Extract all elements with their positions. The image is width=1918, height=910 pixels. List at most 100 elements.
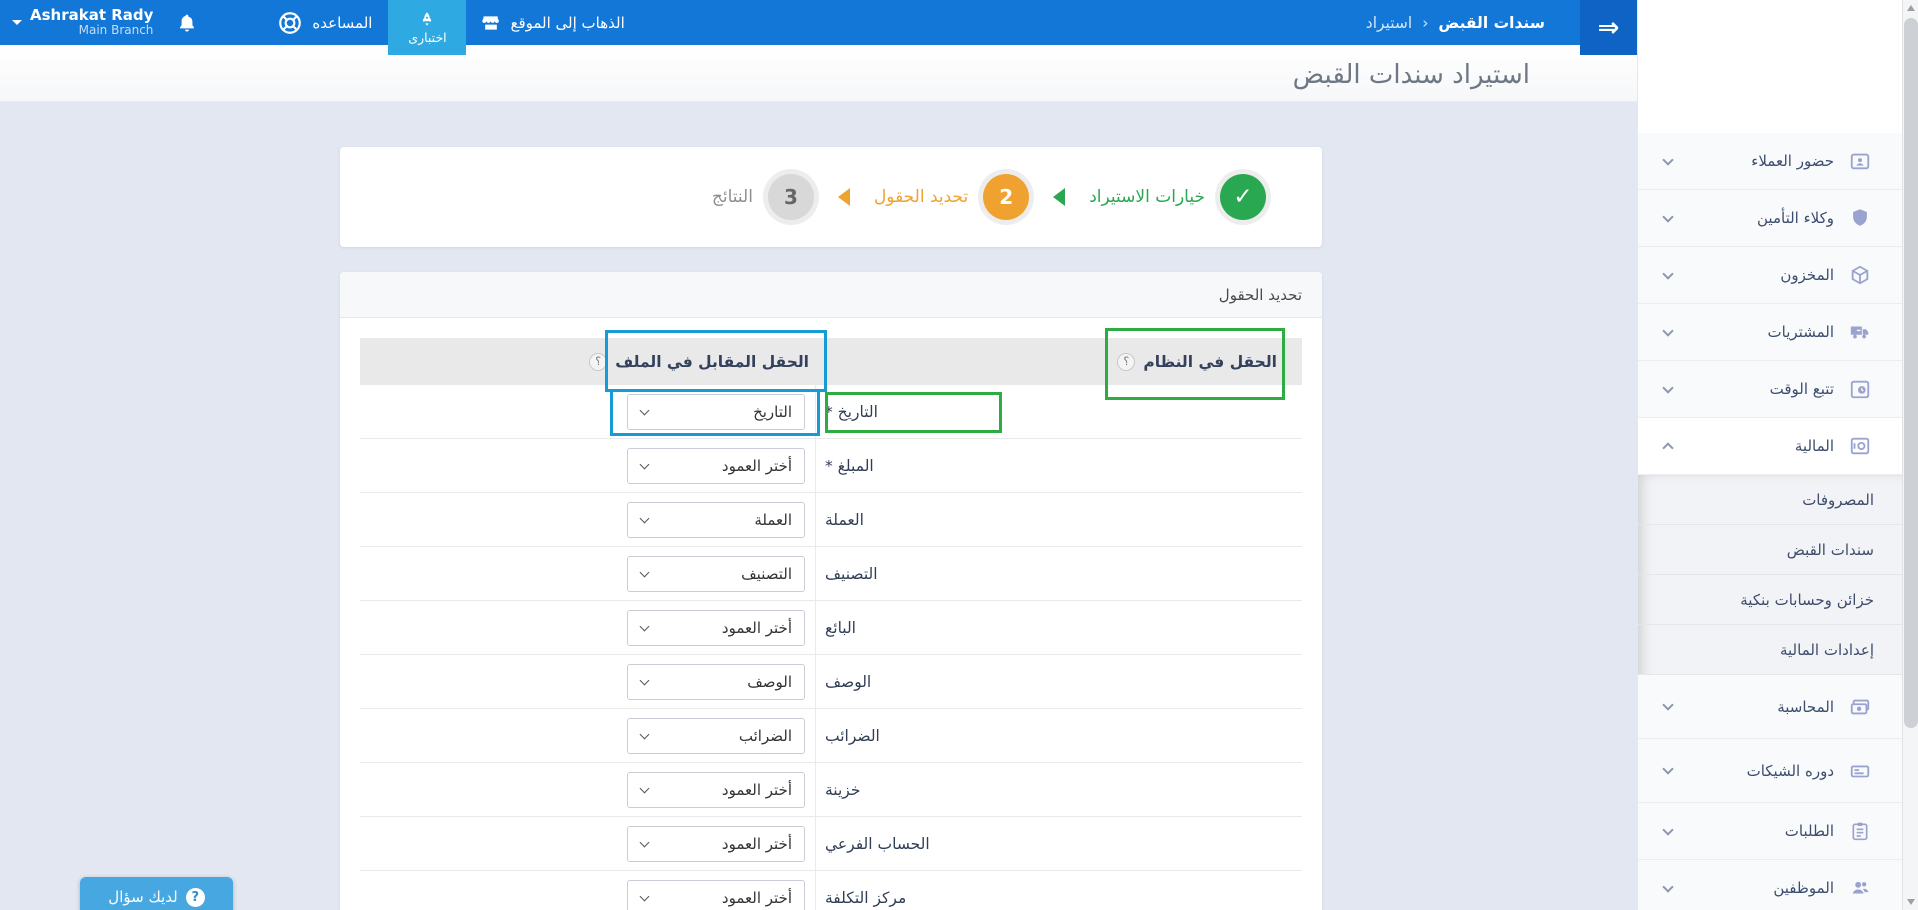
chevron-down-icon (1662, 824, 1673, 835)
breadcrumb-parent-link[interactable]: سندات القبض (1438, 14, 1545, 32)
sidebar-item-employees[interactable]: الموظفين (1638, 860, 1902, 910)
sidebar-subitem-expenses[interactable]: المصروفات (1638, 475, 1902, 525)
step-import-options: ✓ خيارات الاستيراد (1089, 174, 1266, 220)
file-column-select[interactable]: أختر العمود (627, 772, 805, 808)
table-row-currency: العملة العملة (360, 493, 1302, 547)
help-badge-icon[interactable]: ؟ (589, 353, 607, 371)
go-to-site-label: الذهاب إلى الموقع (510, 14, 624, 32)
step3-label: النتائج (712, 187, 753, 207)
field-mapping-card: تحديد الحقول الحقل في النظام ؟ الحقل الم… (340, 272, 1322, 910)
chevron-down-icon (1662, 211, 1673, 222)
chevron-down-icon (1662, 763, 1673, 774)
topbar-left-cluster: Ashrakat Rady Main Branch المساعده (0, 0, 625, 55)
sidebar-item-finance[interactable]: المالية (1638, 418, 1902, 475)
system-field-label: المبلغ * (825, 457, 874, 475)
breadcrumb: سندات القبض ‹ استيراد (1366, 0, 1545, 45)
sidebar-item-label: دوره الشيكات (1747, 762, 1834, 780)
step-separator-arrow-icon (838, 188, 850, 206)
sidebar-item-label: الموظفين (1773, 879, 1834, 897)
system-field-label: الحساب الفرعي (825, 835, 930, 853)
time-clock-icon (1848, 377, 1872, 401)
scroll-up-icon[interactable] (1907, 5, 1915, 11)
sidebar-subitem-treasuries-bank-accounts[interactable]: خزائن وحسابات بنكية (1638, 575, 1902, 625)
help-menu-button[interactable]: المساعده (277, 0, 372, 45)
finance-submenu: المصروفات سندات القبض خزائن وحسابات بنكي… (1638, 475, 1902, 675)
file-column-select[interactable]: أختر العمود (627, 610, 805, 646)
sidebar-item-cheque-cycle[interactable]: دوره الشيكات (1638, 739, 1902, 803)
table-row-vendor: البائع أختر العمود (360, 601, 1302, 655)
sidebar-item-label: تتبع الوقت (1770, 380, 1834, 398)
user-menu[interactable]: Ashrakat Rady Main Branch (12, 0, 153, 45)
select-value: التاريخ (648, 403, 804, 421)
sidebar-item-client-attendance[interactable]: حضور العملاء (1638, 133, 1902, 190)
package-icon (1848, 263, 1872, 287)
file-column-select[interactable]: العملة (627, 502, 805, 538)
sidebar-item-purchases[interactable]: المشتريات (1638, 304, 1902, 361)
system-field-label: الضرائب (825, 727, 880, 745)
page-title: استيراد سندات القبض (1293, 45, 1530, 102)
file-column-select[interactable]: أختر العمود (627, 826, 805, 862)
sidebar-item-insurance-agents[interactable]: وكلاء التأمين (1638, 190, 1902, 247)
system-column-header: الحقل في النظام ؟ (815, 338, 1302, 385)
sidebar-item-label: المالية (1795, 437, 1834, 455)
id-card-icon (1848, 149, 1872, 173)
truck-icon (1848, 320, 1872, 344)
have-a-question-label: لديك سؤال (108, 888, 177, 906)
sidebar-subitem-receipt-vouchers[interactable]: سندات القبض (1638, 525, 1902, 575)
select-value: أختر العمود (648, 619, 804, 637)
sidebar-item-accounting[interactable]: المحاسبة (1638, 675, 1902, 739)
chevron-down-icon (1662, 325, 1673, 336)
table-row-treasury: خزينة أختر العمود (360, 763, 1302, 817)
system-column-label: الحقل في النظام (1143, 353, 1277, 371)
step-map-fields: 2 تحديد الحقول (874, 174, 1029, 220)
file-column-select[interactable]: أختر العمود (627, 448, 805, 484)
clipboard-list-icon (1848, 819, 1872, 843)
chevron-down-icon (1662, 154, 1673, 165)
file-column-select[interactable]: الوصف (627, 664, 805, 700)
step1-check-icon: ✓ (1220, 174, 1266, 220)
file-column-label: الحقل المقابل في الملف (615, 353, 809, 371)
page-scrollbar[interactable] (1902, 0, 1918, 910)
chevron-down-icon (1662, 699, 1673, 710)
sidebar-collapse-button[interactable]: ⇒ (1580, 0, 1637, 55)
user-info: Ashrakat Rady Main Branch (30, 7, 153, 38)
sidebar-item-inventory[interactable]: المخزون (1638, 247, 1902, 304)
select-value: أختر العمود (648, 457, 804, 475)
double-arrow-icon: ⇒ (1598, 13, 1620, 43)
chevron-down-icon (1662, 881, 1673, 892)
step2-label: تحديد الحقول (874, 187, 968, 207)
file-column-select[interactable]: التصنيف (627, 556, 805, 592)
rocket-icon (419, 10, 435, 28)
sidebar-item-time-tracking[interactable]: تتبع الوقت (1638, 361, 1902, 418)
go-to-site-link[interactable]: الذهاب إلى الموقع (481, 0, 624, 45)
table-row-description: الوصف الوصف (360, 655, 1302, 709)
select-value: أختر العمود (648, 781, 804, 799)
breadcrumb-separator: ‹ (1422, 14, 1428, 32)
file-column-select[interactable]: أختر العمود (627, 880, 805, 910)
trial-mode-badge[interactable]: اختبارى (388, 0, 466, 55)
sidebar-item-label: الطلبات (1785, 822, 1834, 840)
employees-icon (1848, 876, 1872, 900)
notifications-button[interactable] (177, 0, 197, 45)
table-row-subaccount: الحساب الفرعي أختر العمود (360, 817, 1302, 871)
step-separator-arrow-icon (1053, 188, 1065, 206)
table-header-row: الحقل في النظام ؟ الحقل المقابل في الملف… (360, 338, 1302, 385)
chevron-down-icon (1662, 268, 1673, 279)
sidebar-item-orders[interactable]: الطلبات (1638, 803, 1902, 860)
user-name: Ashrakat Rady (30, 7, 153, 24)
have-a-question-button[interactable]: ? لديك سؤال (80, 877, 233, 910)
file-column-select[interactable]: التاريخ (627, 394, 805, 430)
shield-icon (1848, 206, 1872, 230)
file-column-select[interactable]: الضرائب (627, 718, 805, 754)
trial-label: اختبارى (408, 30, 446, 45)
main-sidebar: حضور العملاء وكلاء التأمين المخزون المشت… (1637, 0, 1902, 910)
sidebar-subitem-finance-settings[interactable]: إعدادات المالية (1638, 625, 1902, 675)
app-root: سندات القبض ‹ استيراد Ashrakat Rady Main… (0, 0, 1918, 910)
sidebar-item-label: المحاسبة (1777, 698, 1834, 716)
scrollbar-thumb[interactable] (1904, 18, 1918, 728)
sidebar-item-label: وكلاء التأمين (1757, 209, 1834, 227)
life-ring-icon (277, 10, 303, 36)
sidebar-item-label: حضور العملاء (1751, 152, 1834, 170)
scroll-down-icon[interactable] (1907, 899, 1915, 905)
help-badge-icon[interactable]: ؟ (1117, 353, 1135, 371)
